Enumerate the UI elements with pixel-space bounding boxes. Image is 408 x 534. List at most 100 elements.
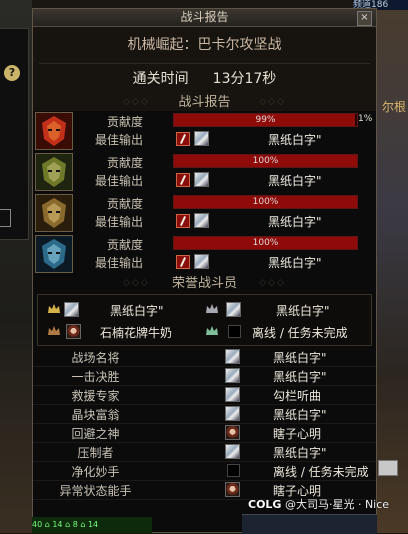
honor-member-name: 黑纸白字" [276,304,330,318]
weapon-icon [176,255,190,269]
best-dps-label: 最佳输出 [95,133,144,147]
skill-slot-strip [242,514,377,534]
award-title: 回避之神 [71,427,120,441]
weapon-icon [176,132,190,146]
award-title: 战场名将 [71,351,120,365]
player-avatar [194,213,209,228]
contribution-label: 贡献度 [107,156,144,170]
award-player[interactable]: 黑纸白字" [273,444,327,461]
player-avatar [194,172,209,187]
blue-mask-icon [35,235,73,273]
player-avatar [194,131,209,146]
honor-member[interactable]: 离线 / 任务未完成 [206,323,376,341]
green-mask-icon [35,153,73,191]
battle-header: 机械崛起：巴卡尔攻坚战 通关时间 13分17秒 战斗报告 [33,27,376,111]
award-player[interactable]: 黑纸白字" [273,368,327,385]
award-row: 救援专家 勾栏听曲 [33,386,376,405]
contribution-percent: 99% [255,115,276,125]
gold-helmet-icon [35,194,73,232]
watermark-text: @大司马·星光 · Nice [284,498,390,511]
red-flame-mask-icon [35,112,73,150]
award-row: 回避之神 瞎子心明 [33,424,376,443]
best-dps-label: 最佳输出 [95,256,144,270]
watermark-logo: COLG [248,498,282,511]
game-scene-left: ? [0,0,32,533]
battle-name: 机械崛起：巴卡尔攻坚战 [127,37,282,53]
close-button[interactable]: × [357,11,372,26]
contribution-bar: 100% [173,236,358,250]
award-player[interactable]: 黑纸白字" [273,406,327,423]
best-dps-name[interactable]: 黑纸白字" [268,131,322,148]
player-avatar [64,302,79,317]
best-dps-label: 最佳输出 [95,215,144,229]
award-row: 压制者 黑纸白字" [33,443,376,462]
award-title: 救援专家 [71,389,120,403]
player-avatar [194,254,209,269]
player-avatar [225,425,240,440]
window-title: 战斗报告 [180,10,229,24]
contribution-percent: 100% [252,156,279,166]
award-list: 战场名将 黑纸白字" 一击决胜 黑纸白字" 救援专家 勾栏听曲 晶块富翁 黑纸白字" 回避之神瞎… [33,348,376,500]
player-avatar [226,302,241,317]
contribution-label: 贡献度 [107,238,144,252]
mail-icon[interactable] [378,460,398,476]
award-row: 净化妙手 离线 / 任务未完成 [33,462,376,481]
player-avatar [225,368,240,383]
help-icon[interactable]: ? [4,65,20,81]
game-scene-right: 尔根 [374,0,408,533]
player-row: 贡献度最佳输出 100% 黑纸白字" [33,153,376,193]
player-avatar [225,406,240,421]
player-avatar [225,482,240,497]
empty-avatar [227,464,240,477]
award-title: 晶块富翁 [71,408,120,422]
player-avatar [66,324,81,339]
honor-member[interactable]: 石楠花牌牛奶 [48,323,198,341]
report-section-title: 战斗报告 [33,94,376,111]
best-dps-name[interactable]: 黑纸白字" [268,213,322,230]
window-titlebar[interactable]: 战斗报告 × [33,9,376,27]
weapon-icon [176,214,190,228]
weapon-icon [176,173,190,187]
honor-box: 黑纸白字" 黑纸白字" 石楠花牌牛奶 离线 / 任务未完成 [37,294,372,346]
honor-member-name: 石楠花牌牛奶 [100,326,173,340]
honor-member[interactable]: 黑纸白字" [206,301,376,319]
player-avatar [225,444,240,459]
best-dps-name[interactable]: 黑纸白字" [268,172,322,189]
crown-icon [48,326,60,336]
player-avatar [225,349,240,364]
award-player[interactable]: 瞎子心明 [273,425,321,442]
honor-section-title: 荣誉战斗员 [33,275,376,292]
award-title: 异常状态能手 [59,484,132,498]
award-row: 晶块富翁 黑纸白字" [33,405,376,424]
hud-strip: 40 ⌂ 14 ⌂ 8 ⌂ 14 [32,517,152,533]
honor-member[interactable]: 黑纸白字" [48,301,198,319]
clear-time-label: 通关时间 [132,71,189,87]
award-title: 净化妙手 [71,465,120,479]
side-panel: ? [0,28,29,240]
npc-name: 尔根 [381,100,406,114]
player-row: 贡献度最佳输出 100% 黑纸白字" [33,235,376,275]
crown-icon [48,304,60,314]
crown-icon [206,326,218,336]
player-list: 贡献度 最佳输出 99% 1% 黑纸白字" 贡献度 最佳输出 100% 黑纸白字" 贡献度 最佳输出… [33,112,376,275]
honor-member-name: 黑纸白字" [110,304,164,318]
watermark: COLG @大司马·星光 · Nice [248,496,389,512]
contribution-bar: 100% [173,195,358,209]
best-dps-name[interactable]: 黑纸白字" [268,254,322,271]
player-avatar [225,387,240,402]
award-title: 压制者 [77,446,114,460]
contribution-bar: 100% [173,154,358,168]
award-player[interactable]: 离线 / 任务未完成 [273,463,369,480]
award-title: 一击决胜 [71,370,120,384]
contribution-percent: 100% [252,238,279,248]
award-row: 一击决胜 黑纸白字" [33,367,376,386]
award-player[interactable]: 黑纸白字" [273,349,327,366]
award-player[interactable]: 勾栏听曲 [273,387,321,404]
award-row: 战场名将 黑纸白字" [33,348,376,367]
player-row: 贡献度 最佳输出 99% 1% 黑纸白字" [33,112,376,152]
best-dps-label: 最佳输出 [95,174,144,188]
player-row: 贡献度最佳输出 100% 黑纸白字" [33,194,376,234]
contribution-label: 贡献度 [107,197,144,211]
side-panel-box [0,209,11,227]
honor-member-name: 离线 / 任务未完成 [252,326,348,340]
